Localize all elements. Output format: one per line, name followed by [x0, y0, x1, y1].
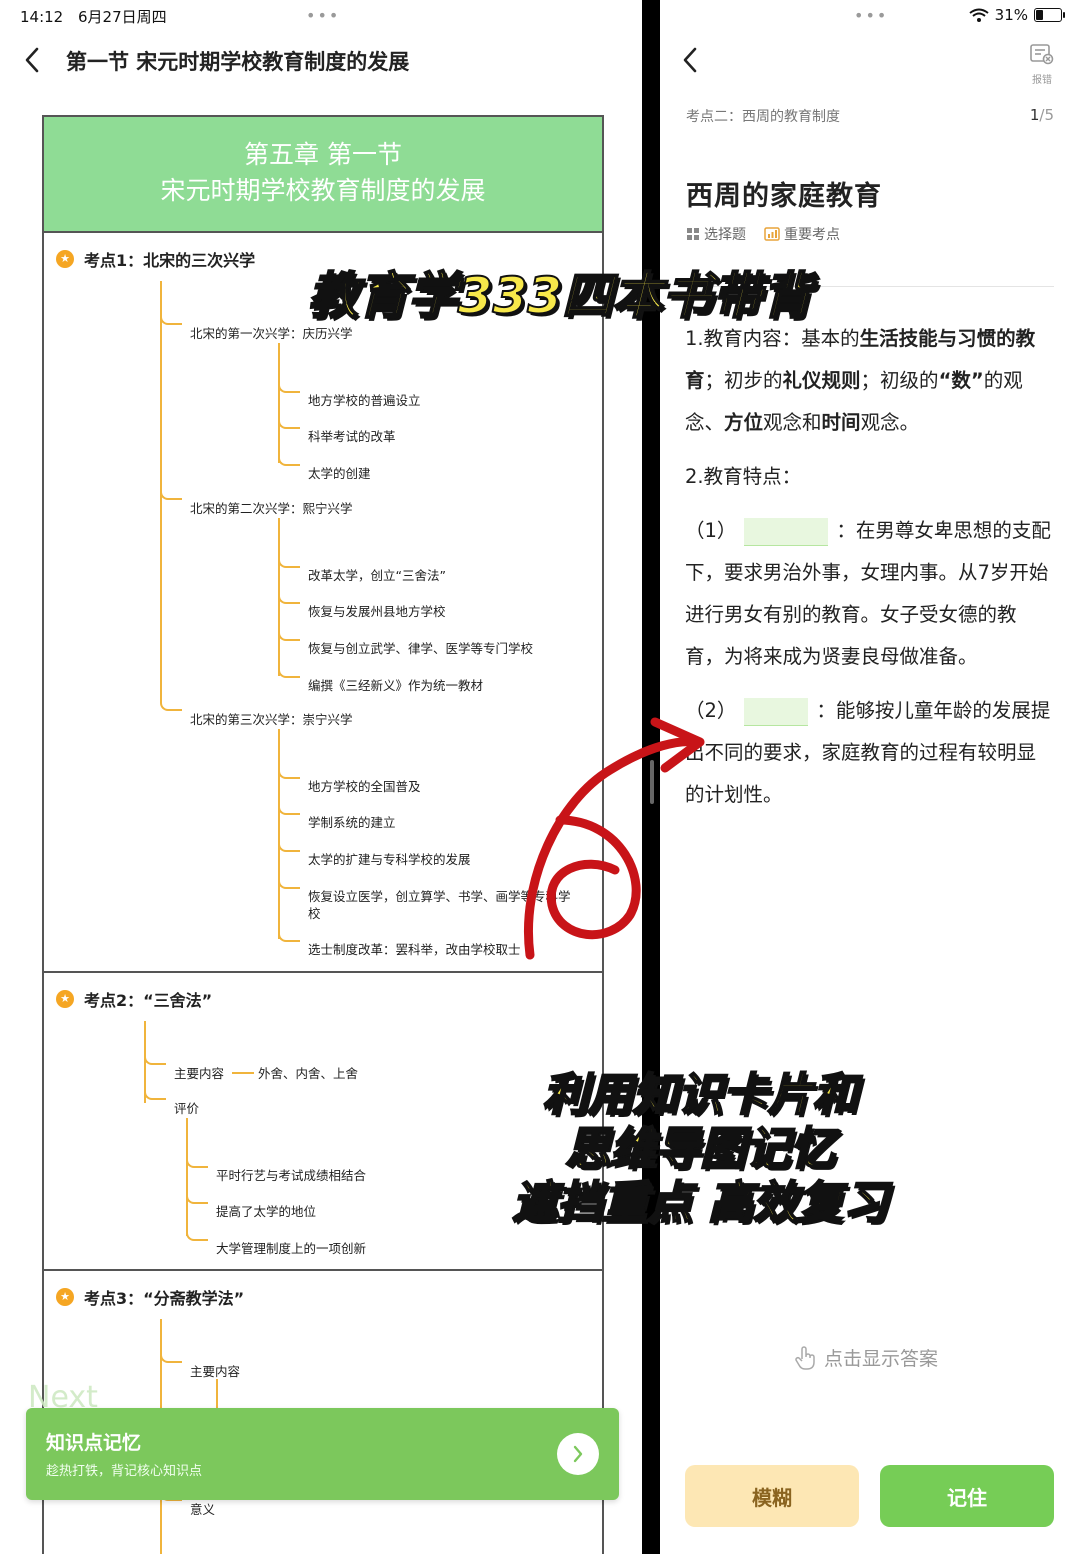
question-progress: 1/5 — [1029, 106, 1054, 124]
divider-handle[interactable] — [650, 760, 654, 804]
mindmap-leaf: 太学的扩建与专科学校的发展 — [308, 852, 471, 867]
mindmap-leaf-wrap: 校 — [308, 906, 321, 921]
content-paragraph-3: （1） ：在男尊女卑思想的支配下，要求男治外事，女理内事。从7岁开始进行男女有别的… — [685, 517, 1051, 668]
overlay-headline: 教育学333四本书带背 — [307, 266, 813, 326]
content-paragraph-2: 2.教育特点： — [685, 465, 802, 488]
mindmap-node: 主要内容 — [190, 1364, 241, 1379]
topic-label: 考点二：西周的教育制度 — [686, 109, 840, 125]
point1-title: ★ 考点1：北宋的三次兴学 — [56, 247, 255, 271]
hidden-answer-blank-2[interactable] — [744, 697, 809, 726]
mindmap-node: 北宋的第二次兴学：熙宁兴学 — [190, 501, 353, 516]
mindmap-leaf: 科举考试的改革 — [308, 429, 396, 444]
tag-important: 重要考点 — [764, 224, 840, 244]
chapter-header-line2: 宋元时期学校教育制度的发展 — [160, 176, 486, 205]
star-icon: ★ — [56, 1288, 74, 1306]
status-bar-left: 14:12 6月27日周四 — [20, 6, 167, 27]
knowledge-memory-card[interactable]: 知识点记忆 趁热打铁，背记核心知识点 — [26, 1408, 619, 1500]
grid-icon — [687, 228, 699, 240]
star-icon: ★ — [56, 990, 74, 1008]
hidden-answer-blank-1[interactable] — [744, 517, 829, 546]
card-subtitle: 趁热打铁，背记核心知识点 — [46, 1464, 203, 1479]
mindmap-leaf: 学制系统的建立 — [308, 815, 396, 830]
chapter-header-line1: 第五章 第一节 — [244, 140, 402, 169]
report-error-button[interactable]: 报错 — [1028, 44, 1056, 86]
multitask-dots-icon[interactable]: ••• — [306, 6, 340, 25]
question-tags: 选择题 重要考点 — [686, 224, 840, 244]
card-title: 知识点记忆 — [46, 1432, 142, 1454]
mindmap-node: 评价 — [174, 1101, 200, 1116]
mindmap-leaf: 地方学校的全国普及 — [308, 779, 421, 794]
fuzzy-button[interactable]: 模糊 — [685, 1465, 859, 1527]
content-paragraph-4: （2） ：能够按儿童年龄的发展提出不同的要求，家庭教育的过程有较明显的计划性。 — [685, 697, 1051, 806]
mindmap-pane: 14:12 6月27日周四 ••• 第一节 宋元时期学校教育制度的发展 第五章 … — [0, 0, 642, 1554]
show-answer-button[interactable]: 点击显示答案 — [794, 1344, 938, 1371]
overlay-caption: 利用知识卡片和 思维导图记忆 遮挡重点 高效复习 — [511, 1067, 889, 1230]
tag-choice: 选择题 — [686, 224, 746, 244]
flashcard-pane: ••• 31% 报错 考点二：西周的教育制度 1/5 西周的家庭教育 选择题 重… — [660, 0, 1080, 1554]
mindmap-leaf: 大学管理制度上的一项创新 — [216, 1241, 367, 1256]
status-date: 6月27日周四 — [78, 8, 167, 26]
tap-hand-icon — [795, 1345, 815, 1370]
battery-percent: 31% — [994, 6, 1028, 24]
status-bar-right: 31% — [969, 6, 1065, 24]
mindmap-leaf: 编撰《三经新义》作为统一教材 — [308, 678, 484, 693]
card-go-button[interactable] — [557, 1433, 599, 1475]
status-time: 14:12 — [20, 8, 64, 26]
report-icon — [1030, 44, 1054, 65]
mindmap-leaf: 改革太学，创立“三舍法” — [308, 568, 446, 583]
mindmap-leaf: 太学的创建 — [308, 466, 371, 481]
mindmap-leaf: 外舍、内舍、上舍 — [258, 1066, 359, 1081]
mindmap-leaf: 平时行艺与考试成绩相结合 — [216, 1168, 367, 1183]
content-paragraph-1: 1.教育内容：基本的生活技能与习惯的教育；初步的礼仪规则；初级的“数”的观念、方… — [685, 327, 1036, 434]
chevron-right-icon — [573, 1445, 583, 1463]
mindmap-document: 第五章 第一节 宋元时期学校教育制度的发展 ★ 考点1：北宋的三次兴学 北宋的第… — [42, 115, 604, 1554]
mindmap-leaf: 选士制度改革：罢科举，改由学校取士 — [308, 942, 521, 957]
back-button[interactable] — [676, 46, 704, 74]
question-title: 西周的家庭教育 — [686, 181, 882, 212]
mindmap-node: 北宋的第三次兴学：崇宁兴学 — [190, 712, 353, 727]
mindmap-leaf: 恢复与创立武学、律学、医学等专门学校 — [308, 641, 534, 656]
wifi-icon — [969, 8, 989, 22]
report-label: 报错 — [1032, 75, 1052, 86]
mindmap-leaf: 恢复与发展州县地方学校 — [308, 604, 446, 619]
point3-title: ★ 考点3：“分斋教学法” — [56, 1285, 244, 1309]
remember-button[interactable]: 记住 — [880, 1465, 1054, 1527]
page-title: 第一节 宋元时期学校教育制度的发展 — [66, 50, 410, 74]
mindmap-node: 意义 — [190, 1502, 216, 1517]
mindmap-leaf: 恢复设立医学，创立算学、书学、画学等专科学 — [308, 889, 571, 904]
point2-title: ★ 考点2：“三舍法” — [56, 987, 212, 1011]
multitask-dots-icon[interactable]: ••• — [854, 6, 888, 25]
chart-icon — [764, 227, 780, 241]
answer-content: 1.教育内容：基本的生活技能与习惯的教育；初步的礼仪规则；初级的“数”的观念、方… — [685, 318, 1055, 816]
battery-icon — [1034, 8, 1065, 22]
mindmap-node: 主要内容 — [174, 1066, 225, 1081]
mindmap-leaf: 提高了太学的地位 — [216, 1204, 317, 1219]
chevron-left-icon — [25, 47, 39, 73]
back-button[interactable] — [18, 46, 46, 74]
point1-section: ★ 考点1：北宋的三次兴学 北宋的第一次兴学：庆历兴学 地方学校的普遍设立 科举… — [44, 233, 602, 973]
star-icon: ★ — [56, 250, 74, 268]
chevron-left-icon — [683, 47, 697, 73]
chapter-header: 第五章 第一节 宋元时期学校教育制度的发展 — [44, 117, 602, 233]
mindmap-leaf: 地方学校的普遍设立 — [308, 393, 421, 408]
